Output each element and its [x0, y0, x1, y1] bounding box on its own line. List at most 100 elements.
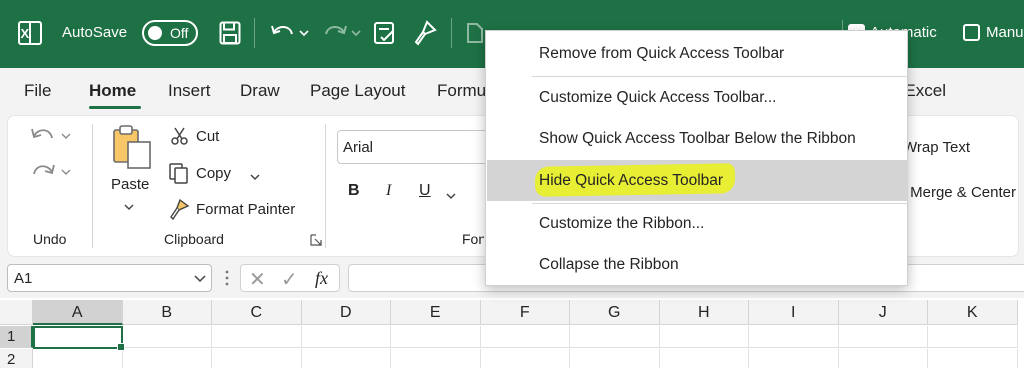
document-icon[interactable]: [466, 22, 484, 44]
bold-button[interactable]: B: [348, 182, 360, 200]
name-box[interactable]: A1: [7, 264, 212, 292]
column-header[interactable]: A: [33, 300, 123, 325]
column-header[interactable]: H: [659, 300, 749, 325]
tab-home[interactable]: Home: [89, 81, 136, 101]
column-header[interactable]: F: [480, 300, 570, 325]
enter-icon[interactable]: ✓: [281, 267, 298, 292]
grid-cell[interactable]: [749, 326, 839, 348]
wrap-text-button[interactable]: Wrap Text: [908, 139, 970, 156]
grid-cell[interactable]: [659, 326, 749, 348]
calc-manual-label: Manual: [986, 24, 1024, 41]
redo-icon[interactable]: [28, 160, 76, 189]
menu-item-show-qat-below[interactable]: Show Quick Access Toolbar Below the Ribb…: [487, 120, 908, 158]
grid-cell[interactable]: [838, 326, 928, 348]
excel-logo-icon: X: [18, 21, 42, 45]
tab-excel[interactable]: Excel: [908, 81, 946, 101]
form-icon[interactable]: [373, 21, 397, 45]
insert-function-icon[interactable]: fx: [315, 268, 328, 289]
grid-cell[interactable]: [391, 349, 481, 368]
grid-cell[interactable]: [123, 349, 212, 368]
chevron-down-icon[interactable]: [446, 187, 456, 205]
cancel-icon[interactable]: ✕: [249, 267, 266, 292]
italic-button[interactable]: I: [386, 182, 391, 200]
column-header[interactable]: C: [212, 300, 302, 325]
copy-button[interactable]: Copy: [196, 165, 231, 182]
menu-item-collapse-ribbon[interactable]: Collapse the Ribbon: [487, 246, 908, 284]
paste-label[interactable]: Paste: [111, 176, 149, 193]
grid-cell[interactable]: [570, 349, 660, 368]
undo-qat-icon[interactable]: [270, 22, 310, 44]
tab-insert[interactable]: Insert: [168, 81, 211, 101]
chevron-down-icon[interactable]: [124, 198, 134, 216]
column-header[interactable]: G: [570, 300, 660, 325]
active-tab-indicator: [89, 106, 141, 109]
menu-item-label: Show Quick Access Toolbar Below the Ribb…: [539, 130, 856, 147]
grid-cell[interactable]: [481, 349, 570, 368]
underline-button[interactable]: U: [419, 182, 431, 200]
grid-cell[interactable]: [928, 326, 1018, 348]
column-header[interactable]: E: [391, 300, 481, 325]
redo-qat-icon[interactable]: [322, 22, 362, 44]
column-header[interactable]: D: [301, 300, 391, 325]
grid-cell[interactable]: [839, 349, 928, 368]
menu-item-remove-from-qat[interactable]: Remove from Quick Access Toolbar: [487, 35, 908, 73]
grid-cell[interactable]: [302, 349, 391, 368]
cut-button[interactable]: Cut: [196, 128, 219, 145]
undo-icon[interactable]: [28, 124, 76, 153]
format-painter-icon[interactable]: [168, 198, 190, 225]
menu-separator: [532, 203, 908, 204]
autosave-toggle[interactable]: Off: [142, 20, 198, 46]
manual-checkbox[interactable]: [963, 24, 980, 41]
grid-cell[interactable]: [660, 349, 749, 368]
grid-cell[interactable]: [122, 326, 212, 348]
chevron-down-icon[interactable]: [250, 168, 260, 186]
column-header[interactable]: I: [749, 300, 839, 325]
menu-separator: [532, 76, 908, 77]
select-all-corner[interactable]: [0, 300, 33, 325]
grid-cell[interactable]: [301, 326, 391, 348]
tab-page-layout[interactable]: Page Layout: [310, 81, 405, 101]
format-painter-button[interactable]: Format Painter: [196, 201, 295, 218]
grid-cell[interactable]: [749, 349, 839, 368]
context-menu: Remove from Quick Access Toolbar Customi…: [485, 30, 908, 286]
copy-icon[interactable]: [168, 162, 190, 189]
grid-cell[interactable]: [570, 326, 660, 348]
tab-formulas[interactable]: Formulas: [437, 81, 485, 101]
paste-icon[interactable]: [110, 124, 154, 175]
undo-group-label: Undo: [33, 231, 67, 247]
column-header[interactable]: J: [838, 300, 928, 325]
grid-cell[interactable]: [33, 349, 123, 368]
font-name-box[interactable]: Arial: [337, 130, 497, 164]
dialog-launcher-icon[interactable]: [310, 233, 322, 251]
formula-buttons: ✕ ✓ fx: [240, 264, 340, 292]
row-header[interactable]: 2: [0, 349, 33, 368]
scissors-icon[interactable]: [170, 126, 190, 151]
grid-cell[interactable]: [480, 326, 570, 348]
column-header[interactable]: K: [928, 300, 1018, 325]
tab-draw[interactable]: Draw: [240, 81, 280, 101]
grid-cell[interactable]: [391, 326, 481, 348]
grid-cell[interactable]: [212, 349, 302, 368]
row-header[interactable]: 1: [0, 326, 33, 348]
column-header[interactable]: B: [122, 300, 212, 325]
merge-center-button[interactable]: Merge & Center: [908, 184, 1016, 201]
paintbrush-icon[interactable]: [413, 20, 437, 46]
group-separator: [92, 124, 93, 248]
toolbar-separator: [451, 18, 452, 48]
autosave-label: AutoSave: [62, 24, 128, 41]
grid-cell[interactable]: [212, 326, 302, 348]
grid-cell[interactable]: [928, 349, 1018, 368]
tab-file[interactable]: File: [24, 81, 51, 101]
menu-item-customize-ribbon[interactable]: Customize the Ribbon...: [487, 205, 908, 243]
name-box-value: A1: [14, 270, 33, 287]
menu-item-label: Customize Quick Access Toolbar...: [539, 89, 777, 106]
more-options-icon[interactable]: [224, 269, 230, 292]
svg-text:X: X: [21, 26, 30, 41]
menu-item-customize-qat[interactable]: Customize Quick Access Toolbar...: [487, 79, 908, 117]
save-icon[interactable]: [219, 21, 241, 45]
menu-item-label: Remove from Quick Access Toolbar: [539, 45, 785, 62]
chevron-down-icon[interactable]: [194, 269, 206, 291]
autosave-state: Off: [170, 25, 189, 41]
active-cell[interactable]: [33, 326, 125, 351]
menu-item-hide-qat[interactable]: Hide Quick Access Toolbar: [487, 160, 908, 201]
